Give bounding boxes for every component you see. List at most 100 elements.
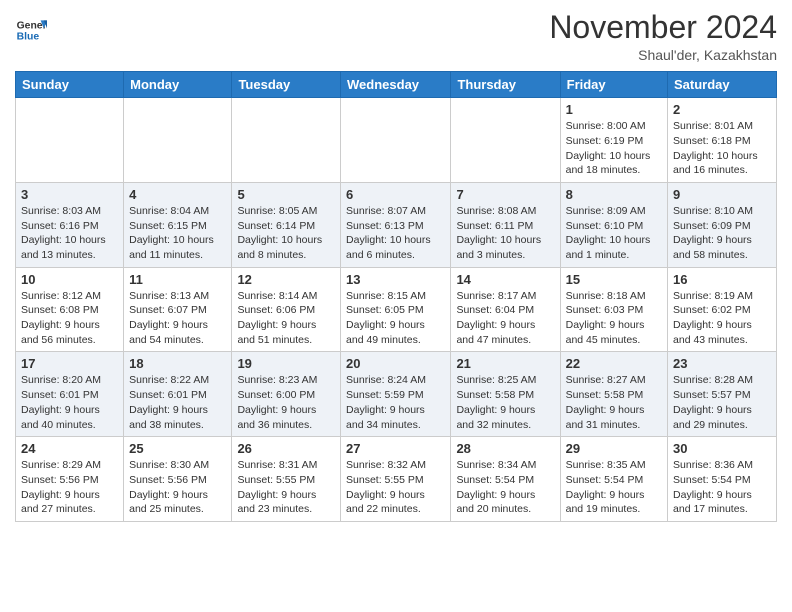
calendar-cell: 21Sunrise: 8:25 AMSunset: 5:58 PMDayligh… (451, 352, 560, 437)
calendar-cell: 1 Sunrise: 8:00 AMSunset: 6:19 PMDaylight… (560, 98, 667, 183)
day-info: Sunrise: 8:22 AMSunset: 6:01 PMDaylight:… (129, 373, 226, 432)
day-number: 21 (456, 356, 554, 371)
day-info: Sunrise: 8:34 AMSunset: 5:54 PMDaylight:… (456, 458, 554, 517)
day-info: Sunrise: 8:13 AMSunset: 6:07 PMDaylight:… (129, 289, 226, 348)
calendar-cell: 26Sunrise: 8:31 AMSunset: 5:55 PMDayligh… (232, 437, 341, 522)
day-number: 18 (129, 356, 226, 371)
calendar-cell (232, 98, 341, 183)
day-info: Sunrise: 8:20 AMSunset: 6:01 PMDaylight:… (21, 373, 118, 432)
day-info: Sunrise: 8:29 AMSunset: 5:56 PMDaylight:… (21, 458, 118, 517)
col-header-tuesday: Tuesday (232, 72, 341, 98)
day-info: Sunrise: 8:03 AMSunset: 6:16 PMDaylight:… (21, 204, 118, 263)
day-info: Sunrise: 8:32 AMSunset: 5:55 PMDaylight:… (346, 458, 445, 517)
day-number: 24 (21, 441, 118, 456)
calendar-week-5: 24 Sunrise: 8:29 AMSunset: 5:56 PMDayligh… (16, 437, 777, 522)
day-info: Sunrise: 8:07 AMSunset: 6:13 PMDaylight:… (346, 204, 445, 263)
day-number: 10 (21, 272, 118, 287)
calendar-cell: 15 Sunrise: 8:18 AMSunset: 6:03 PMDayligh… (560, 267, 667, 352)
month-title: November 2024 (549, 10, 777, 45)
day-number: 1 (566, 102, 662, 117)
calendar-cell: 27 Sunrise: 8:32 AMSunset: 5:55 PMDayligh… (341, 437, 451, 522)
location: Shaul'der, Kazakhstan (549, 47, 777, 63)
day-number: 9 (673, 187, 771, 202)
calendar-cell: 6 Sunrise: 8:07 AMSunset: 6:13 PMDaylight… (341, 182, 451, 267)
day-number: 11 (129, 272, 226, 287)
calendar-cell: 30 Sunrise: 8:36 AMSunset: 5:54 PMDayligh… (668, 437, 777, 522)
day-info: Sunrise: 8:19 AMSunset: 6:02 PMDaylight:… (673, 289, 771, 348)
calendar-cell: 4 Sunrise: 8:04 AMSunset: 6:15 PMDaylight… (124, 182, 232, 267)
col-header-wednesday: Wednesday (341, 72, 451, 98)
day-info: Sunrise: 8:05 AMSunset: 6:14 PMDaylight:… (237, 204, 335, 263)
day-info: Sunrise: 8:12 AMSunset: 6:08 PMDaylight:… (21, 289, 118, 348)
calendar-cell: 25 Sunrise: 8:30 AMSunset: 5:56 PMDayligh… (124, 437, 232, 522)
day-number: 15 (566, 272, 662, 287)
day-info: Sunrise: 8:18 AMSunset: 6:03 PMDaylight:… (566, 289, 662, 348)
calendar-week-4: 17 Sunrise: 8:20 AMSunset: 6:01 PMDayligh… (16, 352, 777, 437)
calendar-cell: 12Sunrise: 8:14 AMSunset: 6:06 PMDayligh… (232, 267, 341, 352)
calendar-cell: 20 Sunrise: 8:24 AMSunset: 5:59 PMDayligh… (341, 352, 451, 437)
col-header-sunday: Sunday (16, 72, 124, 98)
day-info: Sunrise: 8:04 AMSunset: 6:15 PMDaylight:… (129, 204, 226, 263)
day-info: Sunrise: 8:30 AMSunset: 5:56 PMDaylight:… (129, 458, 226, 517)
day-info: Sunrise: 8:15 AMSunset: 6:05 PMDaylight:… (346, 289, 445, 348)
day-info: Sunrise: 8:10 AMSunset: 6:09 PMDaylight:… (673, 204, 771, 263)
calendar-cell (16, 98, 124, 183)
title-block: November 2024 Shaul'der, Kazakhstan (549, 10, 777, 63)
calendar-table: SundayMondayTuesdayWednesdayThursdayFrid… (15, 71, 777, 522)
day-number: 12 (237, 272, 335, 287)
day-number: 20 (346, 356, 445, 371)
day-number: 16 (673, 272, 771, 287)
calendar-cell: 23 Sunrise: 8:28 AMSunset: 5:57 PMDayligh… (668, 352, 777, 437)
calendar-cell: 11 Sunrise: 8:13 AMSunset: 6:07 PMDayligh… (124, 267, 232, 352)
day-info: Sunrise: 8:23 AMSunset: 6:00 PMDaylight:… (237, 373, 335, 432)
calendar-cell: 10 Sunrise: 8:12 AMSunset: 6:08 PMDayligh… (16, 267, 124, 352)
col-header-thursday: Thursday (451, 72, 560, 98)
header: General Blue November 2024 Shaul'der, Ka… (15, 10, 777, 63)
calendar-cell: 19 Sunrise: 8:23 AMSunset: 6:00 PMDayligh… (232, 352, 341, 437)
day-number: 30 (673, 441, 771, 456)
day-info: Sunrise: 8:36 AMSunset: 5:54 PMDaylight:… (673, 458, 771, 517)
calendar-cell: 8Sunrise: 8:09 AMSunset: 6:10 PMDaylight… (560, 182, 667, 267)
day-info: Sunrise: 8:17 AMSunset: 6:04 PMDaylight:… (456, 289, 554, 348)
day-number: 13 (346, 272, 445, 287)
day-number: 14 (456, 272, 554, 287)
calendar-week-1: 1 Sunrise: 8:00 AMSunset: 6:19 PMDaylight… (16, 98, 777, 183)
calendar-cell: 16 Sunrise: 8:19 AMSunset: 6:02 PMDayligh… (668, 267, 777, 352)
col-header-friday: Friday (560, 72, 667, 98)
day-info: Sunrise: 8:24 AMSunset: 5:59 PMDaylight:… (346, 373, 445, 432)
day-number: 29 (566, 441, 662, 456)
day-number: 27 (346, 441, 445, 456)
day-number: 6 (346, 187, 445, 202)
calendar-cell: 3Sunrise: 8:03 AMSunset: 6:16 PMDaylight… (16, 182, 124, 267)
day-info: Sunrise: 8:00 AMSunset: 6:19 PMDaylight:… (566, 119, 662, 178)
calendar-week-3: 10 Sunrise: 8:12 AMSunset: 6:08 PMDayligh… (16, 267, 777, 352)
day-number: 23 (673, 356, 771, 371)
day-number: 19 (237, 356, 335, 371)
logo: General Blue (15, 14, 47, 46)
col-header-saturday: Saturday (668, 72, 777, 98)
calendar-cell: 18 Sunrise: 8:22 AMSunset: 6:01 PMDayligh… (124, 352, 232, 437)
day-number: 2 (673, 102, 771, 117)
calendar-cell (451, 98, 560, 183)
calendar-cell (341, 98, 451, 183)
calendar-header-row: SundayMondayTuesdayWednesdayThursdayFrid… (16, 72, 777, 98)
calendar-cell: 7Sunrise: 8:08 AMSunset: 6:11 PMDaylight… (451, 182, 560, 267)
calendar-cell: 2 Sunrise: 8:01 AMSunset: 6:18 PMDaylight… (668, 98, 777, 183)
day-number: 25 (129, 441, 226, 456)
day-number: 22 (566, 356, 662, 371)
calendar-cell: 9 Sunrise: 8:10 AMSunset: 6:09 PMDaylight… (668, 182, 777, 267)
day-info: Sunrise: 8:09 AMSunset: 6:10 PMDaylight:… (566, 204, 662, 263)
day-info: Sunrise: 8:08 AMSunset: 6:11 PMDaylight:… (456, 204, 554, 263)
day-number: 4 (129, 187, 226, 202)
calendar-cell (124, 98, 232, 183)
day-info: Sunrise: 8:28 AMSunset: 5:57 PMDaylight:… (673, 373, 771, 432)
svg-text:Blue: Blue (17, 32, 40, 43)
day-info: Sunrise: 8:01 AMSunset: 6:18 PMDaylight:… (673, 119, 771, 178)
day-number: 28 (456, 441, 554, 456)
calendar-cell: 17 Sunrise: 8:20 AMSunset: 6:01 PMDayligh… (16, 352, 124, 437)
calendar-cell: 13 Sunrise: 8:15 AMSunset: 6:05 PMDayligh… (341, 267, 451, 352)
page: General Blue November 2024 Shaul'der, Ka… (0, 0, 792, 537)
day-info: Sunrise: 8:35 AMSunset: 5:54 PMDaylight:… (566, 458, 662, 517)
day-info: Sunrise: 8:27 AMSunset: 5:58 PMDaylight:… (566, 373, 662, 432)
day-number: 17 (21, 356, 118, 371)
